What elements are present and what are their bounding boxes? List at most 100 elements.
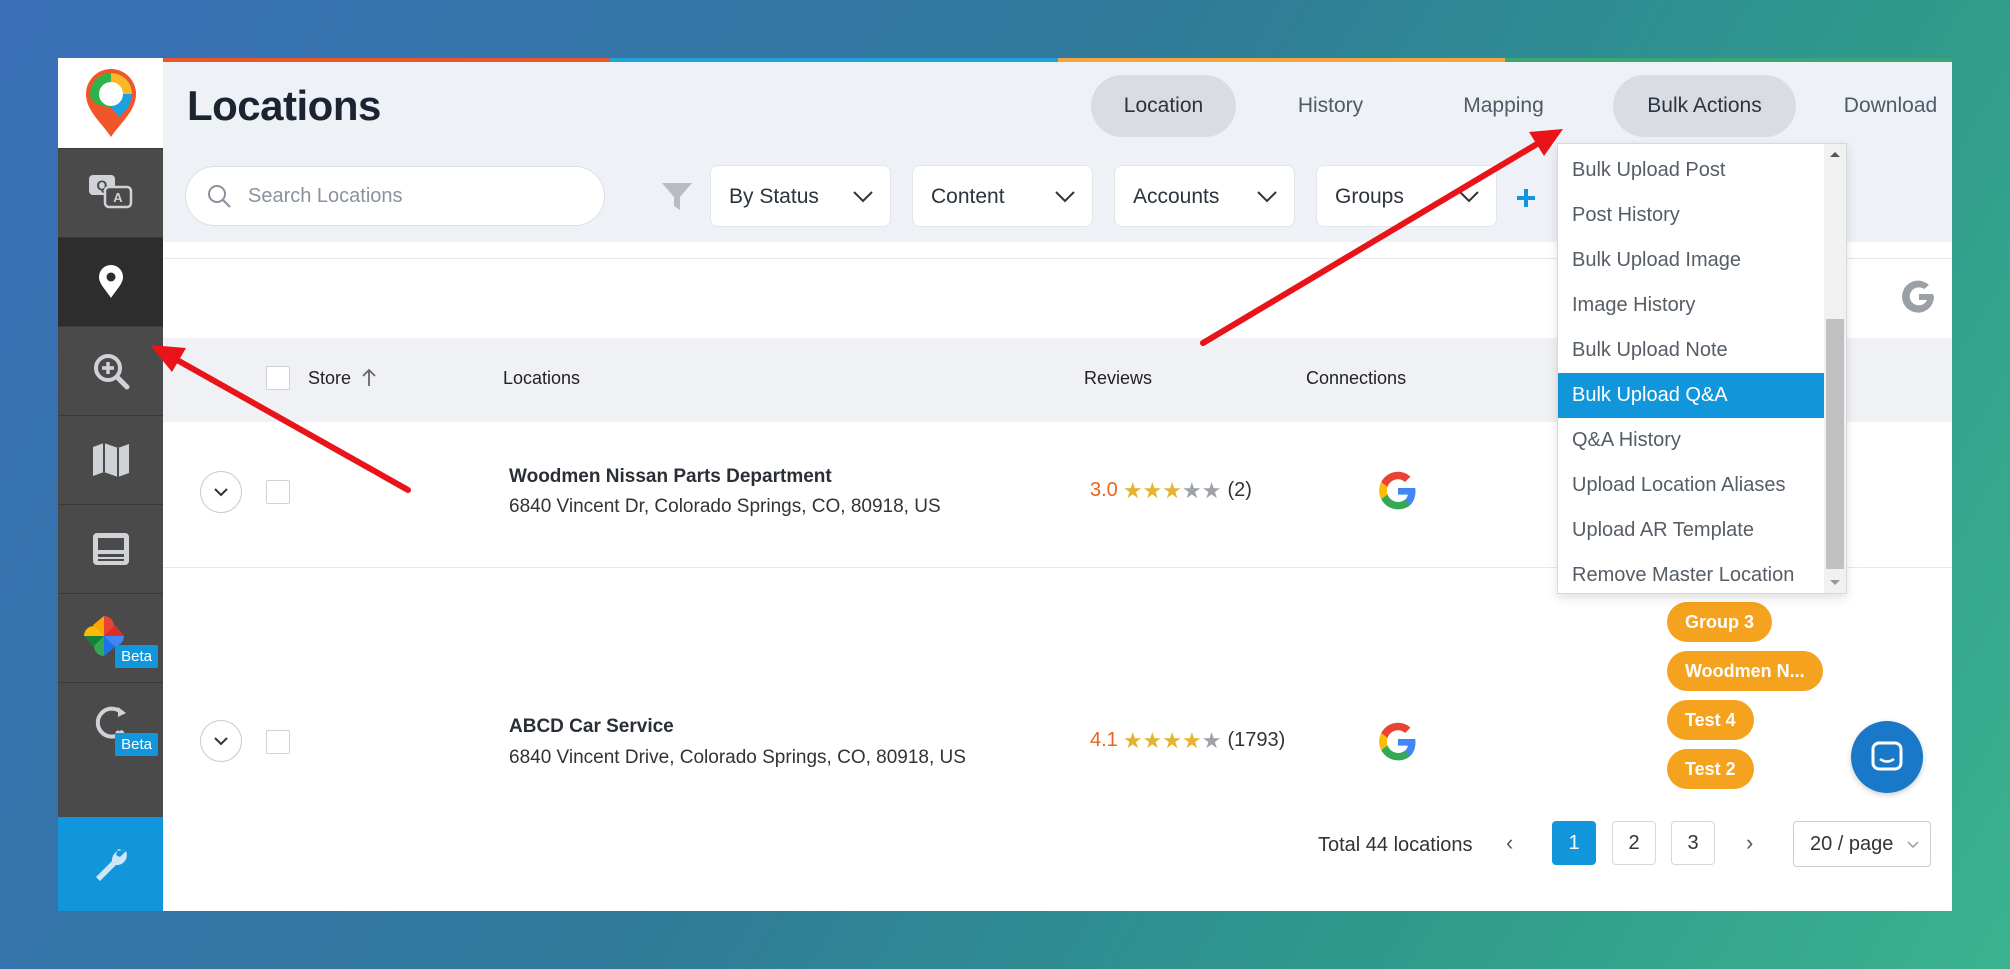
- groups-dropdown-label: Groups: [1335, 185, 1404, 208]
- table-row: ABCD Car Service 6840 Vincent Drive, Col…: [163, 568, 1952, 808]
- chevron-down-icon: [1055, 191, 1075, 203]
- chat-icon: [1871, 741, 1903, 771]
- col-connections: Connections: [1306, 368, 1407, 388]
- menu-item-post-history[interactable]: Post History: [1558, 193, 1824, 238]
- tab-download[interactable]: Download: [1818, 75, 1952, 137]
- page-header: Locations Location History Mapping Bulk …: [163, 62, 1952, 150]
- chevron-down-icon: [1257, 191, 1277, 203]
- chat-button[interactable]: [1851, 721, 1923, 793]
- content-dropdown-label: Content: [931, 185, 1005, 208]
- expand-row-button[interactable]: [200, 471, 242, 513]
- accounts-dropdown[interactable]: Accounts: [1114, 165, 1295, 227]
- app-logo[interactable]: [58, 58, 163, 148]
- group-tag[interactable]: Test 2: [1667, 749, 1754, 789]
- status-dropdown[interactable]: By Status: [710, 165, 891, 227]
- menu-item-remove-master-location[interactable]: Remove Master Location: [1558, 553, 1824, 598]
- page-3-button[interactable]: 3: [1671, 821, 1715, 865]
- group-tag[interactable]: Group 3: [1667, 602, 1773, 642]
- report-icon: [92, 533, 129, 565]
- review-count: (2): [1227, 479, 1252, 501]
- menu-item-upload-ar-template[interactable]: Upload AR Template: [1558, 508, 1824, 553]
- star-icon: ★: [1201, 477, 1222, 503]
- scroll-down-icon[interactable]: [1824, 577, 1846, 589]
- location-address: 6840 Vincent Dr, Colorado Springs, CO, 8…: [509, 496, 941, 517]
- menu-item-bulk-upload-qa[interactable]: Bulk Upload Q&A: [1558, 373, 1824, 418]
- rating: 4.1 ★ ★ ★ ★ ★ (1793): [1090, 729, 1285, 752]
- groups-dropdown[interactable]: Groups: [1316, 165, 1497, 227]
- rating-value: 3.0: [1090, 479, 1118, 501]
- zoom-in-icon: [93, 354, 129, 390]
- google-icon[interactable]: [1377, 721, 1419, 763]
- col-reviews: Reviews: [1084, 368, 1153, 388]
- menu-item-image-history[interactable]: Image History: [1558, 283, 1824, 328]
- map-icon: [92, 443, 129, 477]
- expand-row-button[interactable]: [200, 720, 242, 762]
- content-dropdown[interactable]: Content: [912, 165, 1093, 227]
- beta-badge: Beta: [115, 733, 158, 756]
- select-all-checkbox[interactable]: [266, 366, 290, 390]
- rating-value: 4.1: [1090, 729, 1118, 751]
- chevron-down-icon: [214, 488, 228, 497]
- page-size-select[interactable]: 20 / page: [1793, 821, 1931, 867]
- col-locations: Locations: [503, 368, 581, 388]
- sidebar: Q A Beta Beta: [58, 58, 163, 911]
- beta-badge: Beta: [115, 645, 158, 668]
- star-icon: ★: [1122, 727, 1143, 753]
- col-store[interactable]: Store: [308, 368, 351, 389]
- chevron-down-icon: [1907, 841, 1919, 849]
- sidebar-item-tools[interactable]: [58, 817, 163, 911]
- search-icon: [208, 185, 231, 208]
- menu-item-bulk-upload-image[interactable]: Bulk Upload Image: [1558, 238, 1824, 283]
- row-checkbox[interactable]: [266, 730, 290, 754]
- add-filter-icon[interactable]: [1515, 187, 1537, 209]
- tab-history[interactable]: History: [1258, 75, 1403, 137]
- svg-text:A: A: [113, 190, 123, 205]
- page-2-button[interactable]: 2: [1612, 821, 1656, 865]
- accounts-dropdown-label: Accounts: [1133, 185, 1220, 208]
- location-pin-icon: [98, 265, 123, 298]
- menu-item-upload-location-aliases[interactable]: Upload Location Aliases: [1558, 463, 1824, 508]
- location-name[interactable]: ABCD Car Service: [509, 716, 674, 738]
- bulk-actions-menu: Bulk Upload Post Post History Bulk Uploa…: [1557, 143, 1847, 594]
- sort-up-icon[interactable]: [360, 368, 378, 388]
- sidebar-item-reports[interactable]: [58, 504, 163, 593]
- location-address: 6840 Vincent Drive, Colorado Springs, CO…: [509, 747, 966, 768]
- sidebar-item-photos[interactable]: Beta: [58, 593, 163, 682]
- sidebar-item-search-audit[interactable]: Beta: [58, 682, 163, 770]
- location-name[interactable]: Woodmen Nissan Parts Department: [509, 466, 832, 488]
- search-placeholder: Search Locations: [248, 185, 403, 207]
- star-icon: ★: [1162, 727, 1183, 753]
- star-icon: ★: [1201, 727, 1222, 753]
- star-icon: ★: [1182, 727, 1202, 753]
- menu-scroll-thumb[interactable]: [1826, 319, 1844, 569]
- row-checkbox[interactable]: [266, 480, 290, 504]
- search-input[interactable]: Search Locations: [185, 166, 605, 226]
- app-window: Q A Beta Beta Locations Location History…: [58, 58, 1952, 911]
- tab-location[interactable]: Location: [1091, 75, 1236, 137]
- menu-item-bulk-upload-note[interactable]: Bulk Upload Note: [1558, 328, 1824, 373]
- review-count: (1793): [1227, 729, 1286, 751]
- next-page-icon[interactable]: ›: [1746, 830, 1753, 856]
- menu-scrollbar[interactable]: [1824, 144, 1846, 593]
- sidebar-item-qa[interactable]: Q A: [58, 148, 163, 237]
- group-tag[interactable]: Woodmen N...: [1667, 651, 1823, 691]
- prev-page-icon[interactable]: ‹: [1506, 830, 1513, 856]
- scroll-up-icon[interactable]: [1824, 148, 1846, 160]
- chevron-down-icon: [214, 737, 228, 746]
- sidebar-item-locations[interactable]: [58, 237, 163, 326]
- menu-item-qa-history[interactable]: Q&A History: [1558, 418, 1824, 463]
- filter-icon[interactable]: [660, 179, 694, 213]
- google-icon[interactable]: [1377, 470, 1419, 512]
- wrench-icon: [95, 849, 127, 881]
- tab-mapping[interactable]: Mapping: [1431, 75, 1576, 137]
- star-icon: ★: [1162, 477, 1183, 503]
- group-tag[interactable]: Test 4: [1667, 700, 1754, 740]
- sidebar-item-map[interactable]: [58, 415, 163, 504]
- rating: 3.0 ★ ★ ★ ★ ★ (2): [1090, 479, 1252, 502]
- qa-icon: Q A: [88, 175, 132, 209]
- tab-bulk-actions[interactable]: Bulk Actions: [1613, 75, 1796, 137]
- sidebar-item-rank-tracker[interactable]: [58, 326, 163, 415]
- menu-item-bulk-upload-post[interactable]: Bulk Upload Post: [1558, 148, 1824, 193]
- star-icon: ★: [1122, 477, 1143, 503]
- page-1-button[interactable]: 1: [1552, 821, 1596, 865]
